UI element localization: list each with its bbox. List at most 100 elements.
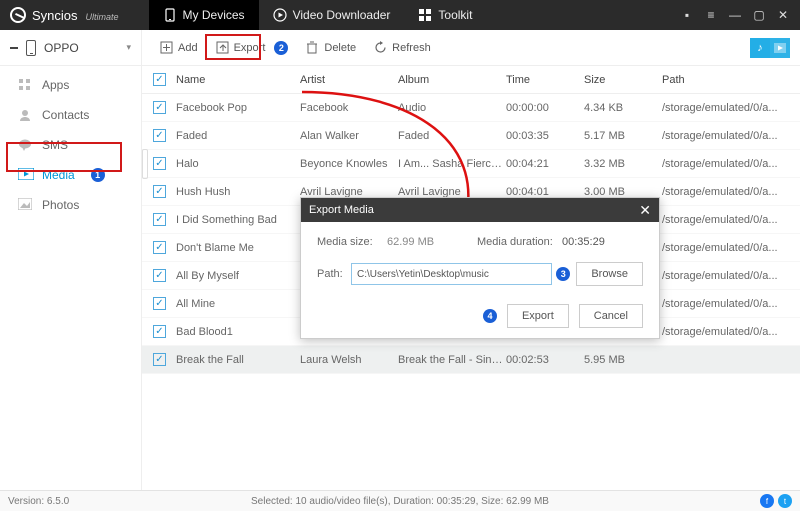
table-row[interactable]: ✓FadedAlan WalkerFaded00:03:355.17 MB/st… [142,122,800,150]
maximize-icon[interactable]: ▢ [752,8,766,22]
twitter-icon[interactable]: t [778,494,792,508]
contacts-icon [18,108,34,122]
row-checkbox[interactable]: ✓ [153,213,166,226]
btn-label: Add [178,42,198,54]
menu-icon[interactable]: ≡ [704,8,718,22]
browse-button[interactable]: Browse [576,262,643,286]
delete-button[interactable]: Delete [298,37,364,58]
select-all-checkbox[interactable]: ✓ [153,73,166,86]
add-icon [160,41,173,54]
export-confirm-button[interactable]: Export [507,304,569,328]
btn-label: Refresh [392,42,431,54]
device-icon [26,40,36,56]
cell-name: Don't Blame Me [170,242,300,254]
annotation-highlight [205,34,261,60]
cell-path: /storage/emulated/0/a... [662,270,800,282]
selection-text: Selected: 10 audio/video file(s), Durati… [251,496,549,507]
sidebar-item-apps[interactable]: Apps [0,70,141,100]
cell-path: /storage/emulated/0/a... [662,158,800,170]
nav-downloader-label: Video Downloader [293,8,391,22]
cell-path: /storage/emulated/0/a... [662,242,800,254]
path-input[interactable] [351,263,552,285]
cell-size: 5.95 MB [584,354,662,366]
size-label: Media size: [317,236,387,248]
cell-artist: Beyonce Knowles [300,158,398,170]
col-album[interactable]: Album [398,74,506,86]
row-checkbox[interactable]: ✓ [153,353,166,366]
annotation-badge-3: 3 [556,267,570,281]
cell-album: I Am... Sasha Fierce (D... [398,158,506,170]
cell-size: 5.17 MB [584,130,662,142]
row-checkbox[interactable]: ✓ [153,241,166,254]
cell-size: 3.00 MB [584,186,662,198]
sidebar-item-label: Photos [42,198,79,212]
cell-album: Avril Lavigne [398,186,506,198]
col-artist[interactable]: Artist [300,74,398,86]
cancel-button[interactable]: Cancel [579,304,643,328]
refresh-button[interactable]: Refresh [366,37,439,58]
window-controls: ▪ ≡ — ▢ ✕ [680,8,800,22]
add-button[interactable]: Add [152,37,206,58]
row-checkbox[interactable]: ✓ [153,325,166,338]
sidebar-item-label: Apps [42,78,69,92]
col-path[interactable]: Path [662,74,800,86]
annotation-badge-4: 4 [483,309,497,323]
row-checkbox[interactable]: ✓ [153,185,166,198]
sidebar: OPPO ▾ Apps Contacts SMS Media 1 [0,30,142,490]
top-nav: My Devices Video Downloader Toolkit [149,0,487,30]
cell-size: 4.34 KB [584,102,662,114]
splitter-handle[interactable] [142,148,148,180]
cell-time: 00:04:01 [506,186,584,198]
logo-icon [10,7,26,23]
row-checkbox[interactable]: ✓ [153,129,166,142]
table-header: ✓ Name Artist Album Time Size Path [142,66,800,94]
sidebar-item-label: Contacts [42,108,89,122]
sidebar-item-photos[interactable]: Photos [0,190,141,220]
music-tab[interactable]: ♪ [750,38,770,58]
minimize-icon[interactable]: — [728,8,742,22]
refresh-icon [374,41,387,54]
modal-titlebar: Export Media ✕ [301,198,659,222]
row-checkbox[interactable]: ✓ [153,269,166,282]
collapse-icon [10,47,18,49]
row-checkbox[interactable]: ✓ [153,101,166,114]
col-size[interactable]: Size [584,74,662,86]
nav-toolkit[interactable]: Toolkit [404,0,486,30]
brand-name: Syncios [32,8,78,23]
play-icon [273,8,287,22]
device-selector[interactable]: OPPO ▾ [0,30,141,66]
cell-path: /storage/emulated/0/a... [662,186,800,198]
table-row[interactable]: ✓HaloBeyonce KnowlesI Am... Sasha Fierce… [142,150,800,178]
statusbar: Version: 6.5.0 Selected: 10 audio/video … [0,490,800,511]
message-icon[interactable]: ▪ [680,8,694,22]
table-row[interactable]: ✓Break the FallLaura WelshBreak the Fall… [142,346,800,374]
annotation-highlight [6,142,122,172]
row-checkbox[interactable]: ✓ [153,297,166,310]
video-tab[interactable] [770,38,790,58]
cell-name: Facebook Pop [170,102,300,114]
trash-icon [306,41,319,54]
col-name[interactable]: Name [170,74,300,86]
modal-close-icon[interactable]: ✕ [639,202,651,219]
facebook-icon[interactable]: f [760,494,774,508]
cell-artist: Alan Walker [300,130,398,142]
nav-devices[interactable]: My Devices [149,0,259,30]
cell-artist: Avril Lavigne [300,186,398,198]
size-value: 62.99 MB [387,236,477,248]
table-row[interactable]: ✓Facebook PopFacebookAudio00:00:004.34 K… [142,94,800,122]
cell-name: Bad Blood1 [170,326,300,338]
cell-path: /storage/emulated/0/a... [662,102,800,114]
grid-icon [418,8,432,22]
media-type-tabs: ♪ [750,38,800,58]
close-icon[interactable]: ✕ [776,8,790,22]
cell-path: /storage/emulated/0/a... [662,130,800,142]
sidebar-item-contacts[interactable]: Contacts [0,100,141,130]
modal-title-text: Export Media [309,204,374,216]
cell-path: /storage/emulated/0/a... [662,298,800,310]
version-text: Version: 6.5.0 [8,496,69,507]
nav-downloader[interactable]: Video Downloader [259,0,405,30]
cell-album: Break the Fall - Single [398,354,506,366]
row-checkbox[interactable]: ✓ [153,157,166,170]
cell-time: 00:03:35 [506,130,584,142]
col-time[interactable]: Time [506,74,584,86]
